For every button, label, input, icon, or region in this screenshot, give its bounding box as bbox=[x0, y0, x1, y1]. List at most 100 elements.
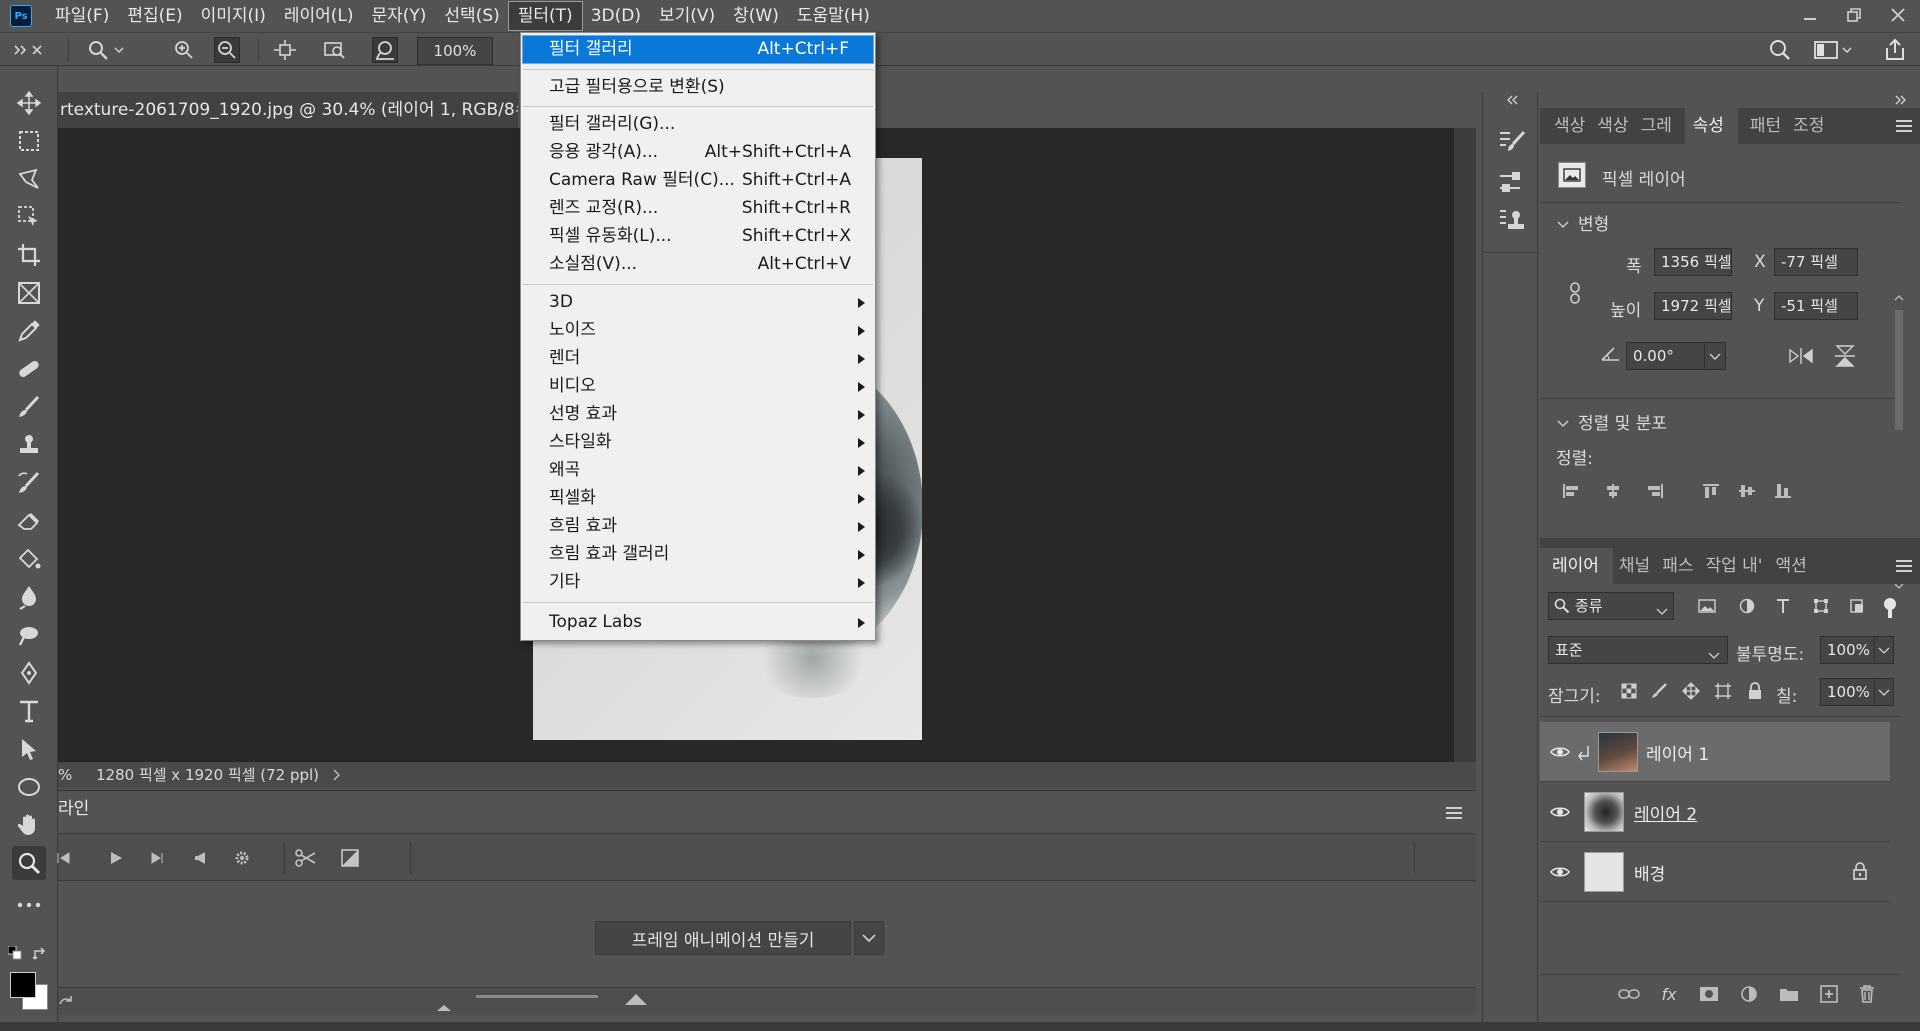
resize-windows-icon[interactable] bbox=[272, 37, 298, 63]
layer-style-fx-icon[interactable]: fx bbox=[1658, 983, 1680, 1005]
submenu-3d[interactable]: 3D bbox=[521, 289, 875, 316]
menu-lens-correction[interactable]: 렌즈 교정(R)... Shift+Ctrl+R bbox=[521, 195, 875, 222]
x-position-field[interactable]: -77 픽셀 bbox=[1774, 248, 1858, 276]
add-mask-icon[interactable] bbox=[1698, 983, 1720, 1005]
convert-icon[interactable] bbox=[58, 994, 74, 1012]
visibility-eye-icon[interactable] bbox=[1550, 743, 1570, 761]
menu-adaptive-wide-angle[interactable]: 응용 광각(A)... Alt+Shift+Ctrl+A bbox=[521, 139, 875, 166]
frame-tool-icon[interactable] bbox=[12, 276, 46, 310]
tab-swatches[interactable]: 색상 bbox=[1591, 108, 1634, 144]
fill-slider-toggle[interactable] bbox=[1874, 678, 1894, 706]
search-icon[interactable] bbox=[1767, 37, 1793, 63]
filter-shape-layer-icon[interactable] bbox=[1810, 595, 1832, 617]
convert-to-smart-filters[interactable]: 고급 필터용으로 변환(S) bbox=[521, 74, 875, 101]
menu-layer[interactable]: 레이어(L) bbox=[275, 2, 363, 30]
visibility-eye-icon[interactable] bbox=[1550, 803, 1570, 821]
zoom-tool-preset-icon[interactable] bbox=[86, 37, 126, 63]
menu-view[interactable]: 보기(V) bbox=[650, 2, 724, 30]
chevron-down-icon[interactable] bbox=[1708, 646, 1720, 664]
menu-help[interactable]: 도움말(H) bbox=[788, 2, 879, 30]
zoom-out-icon[interactable] bbox=[214, 37, 240, 63]
menu-3d[interactable]: 3D(D) bbox=[582, 2, 650, 30]
submenu-distort[interactable]: 왜곡 bbox=[521, 457, 875, 484]
menu-liquify[interactable]: 픽셀 유동화(L)... Shift+Ctrl+X bbox=[521, 223, 875, 250]
next-frame-icon[interactable] bbox=[144, 844, 172, 872]
crop-tool-icon[interactable] bbox=[12, 238, 46, 272]
flip-vertical-icon[interactable] bbox=[1834, 344, 1856, 372]
tab-layers[interactable]: 레이어 bbox=[1540, 548, 1613, 584]
lasso-tool-icon[interactable] bbox=[12, 162, 46, 196]
menu-vanishing-point[interactable]: 소실점(V)... Alt+Ctrl+V bbox=[521, 251, 875, 278]
new-group-folder-icon[interactable] bbox=[1778, 983, 1800, 1005]
submenu-render[interactable]: 렌더 bbox=[521, 345, 875, 372]
fill-field[interactable]: 100% bbox=[1820, 678, 1876, 706]
align-left-edges-icon[interactable] bbox=[1560, 480, 1582, 502]
zoom-in-icon[interactable] bbox=[171, 37, 197, 63]
move-tool-icon[interactable] bbox=[12, 86, 46, 120]
chevron-down-icon[interactable] bbox=[1656, 602, 1668, 620]
flip-horizontal-icon[interactable] bbox=[1788, 346, 1814, 370]
eraser-tool-icon[interactable] bbox=[12, 504, 46, 538]
menu-image[interactable]: 이미지(I) bbox=[192, 2, 275, 30]
paint-bucket-tool-icon[interactable] bbox=[12, 542, 46, 576]
tab-gradients[interactable]: 그레 bbox=[1635, 108, 1685, 144]
lock-artboard-icon[interactable] bbox=[1712, 680, 1734, 702]
expand-panels-icon[interactable] bbox=[8, 37, 48, 63]
align-bottom-edges-icon[interactable] bbox=[1772, 480, 1794, 502]
workspace-icon[interactable] bbox=[1811, 37, 1855, 63]
foreground-color-swatch[interactable] bbox=[10, 972, 36, 998]
menu-type[interactable]: 문자(Y) bbox=[362, 2, 435, 30]
menu-select[interactable]: 선택(S) bbox=[435, 2, 508, 30]
chevron-down-icon[interactable] bbox=[1556, 415, 1570, 433]
canvas-vertical-scrollbar[interactable] bbox=[1454, 128, 1476, 762]
history-brush-tool-icon[interactable] bbox=[12, 466, 46, 500]
tab-channels[interactable]: 채널 bbox=[1613, 548, 1656, 584]
submenu-pixelate[interactable]: 픽셀화 bbox=[521, 485, 875, 512]
menu-filter[interactable]: 필터(T) bbox=[507, 1, 583, 31]
clone-stamp-tool-icon[interactable] bbox=[12, 428, 46, 462]
play-icon[interactable] bbox=[102, 844, 130, 872]
new-layer-icon[interactable] bbox=[1818, 983, 1840, 1005]
layer-name[interactable]: 레이어 1 bbox=[1646, 740, 1709, 765]
submenu-stylize[interactable]: 스타일화 bbox=[521, 429, 875, 456]
zoom-in-timeline-icon[interactable] bbox=[624, 992, 648, 1010]
visibility-eye-icon[interactable] bbox=[1550, 863, 1570, 881]
collapse-dock-icon[interactable] bbox=[1505, 92, 1519, 110]
menu-window[interactable]: 창(W) bbox=[724, 2, 788, 30]
menu-filter-gallery[interactable]: 필터 갤러리(G)... bbox=[521, 111, 875, 138]
height-field[interactable]: 1972 픽셀 bbox=[1654, 292, 1732, 320]
align-right-edges-icon[interactable] bbox=[1644, 480, 1666, 502]
tab-color[interactable]: 색상 bbox=[1540, 108, 1591, 144]
opacity-slider-toggle[interactable] bbox=[1874, 636, 1894, 664]
submenu-sharpen[interactable]: 선명 효과 bbox=[521, 401, 875, 428]
filter-adjustment-layer-icon[interactable] bbox=[1736, 595, 1758, 617]
angle-dropdown[interactable] bbox=[1704, 342, 1726, 370]
tab-history[interactable]: 작업 내' bbox=[1699, 548, 1769, 584]
align-top-edges-icon[interactable] bbox=[1700, 480, 1722, 502]
path-selection-tool-icon[interactable] bbox=[12, 732, 46, 766]
audio-icon[interactable] bbox=[186, 844, 214, 872]
layer-row-layer-1[interactable]: 레이어 1 bbox=[1540, 722, 1890, 782]
filter-smart-object-icon[interactable] bbox=[1846, 595, 1868, 617]
more-tools-icon[interactable] bbox=[12, 888, 46, 922]
eyedropper-tool-icon[interactable] bbox=[12, 314, 46, 348]
healing-brush-tool-icon[interactable] bbox=[12, 352, 46, 386]
tab-adjustments[interactable]: 조정 bbox=[1787, 108, 1830, 144]
marquee-tool-icon[interactable] bbox=[12, 124, 46, 158]
transition-icon[interactable] bbox=[336, 844, 364, 872]
chevron-down-icon[interactable] bbox=[854, 921, 884, 955]
tab-patterns[interactable]: 패턴 bbox=[1738, 108, 1787, 144]
hand-tool-icon[interactable] bbox=[12, 808, 46, 842]
angle-field[interactable]: 0.00° bbox=[1626, 342, 1706, 370]
create-frame-animation-button[interactable]: 프레임 애니메이션 만들기 bbox=[595, 921, 851, 955]
width-field[interactable]: 1356 픽셀 bbox=[1654, 248, 1732, 276]
align-horizontal-centers-icon[interactable] bbox=[1602, 480, 1624, 502]
delete-layer-trash-icon[interactable] bbox=[1856, 983, 1878, 1005]
timeline-zoom-slider[interactable] bbox=[476, 995, 598, 998]
swap-colors-icon[interactable] bbox=[32, 946, 48, 966]
submenu-topaz-labs[interactable]: Topaz Labs bbox=[521, 609, 875, 636]
zoom-all-windows-icon[interactable] bbox=[322, 37, 348, 63]
filter-pixel-layer-icon[interactable] bbox=[1696, 595, 1718, 617]
lock-position-icon[interactable] bbox=[1680, 680, 1702, 702]
ellipse-tool-icon[interactable] bbox=[12, 770, 46, 804]
